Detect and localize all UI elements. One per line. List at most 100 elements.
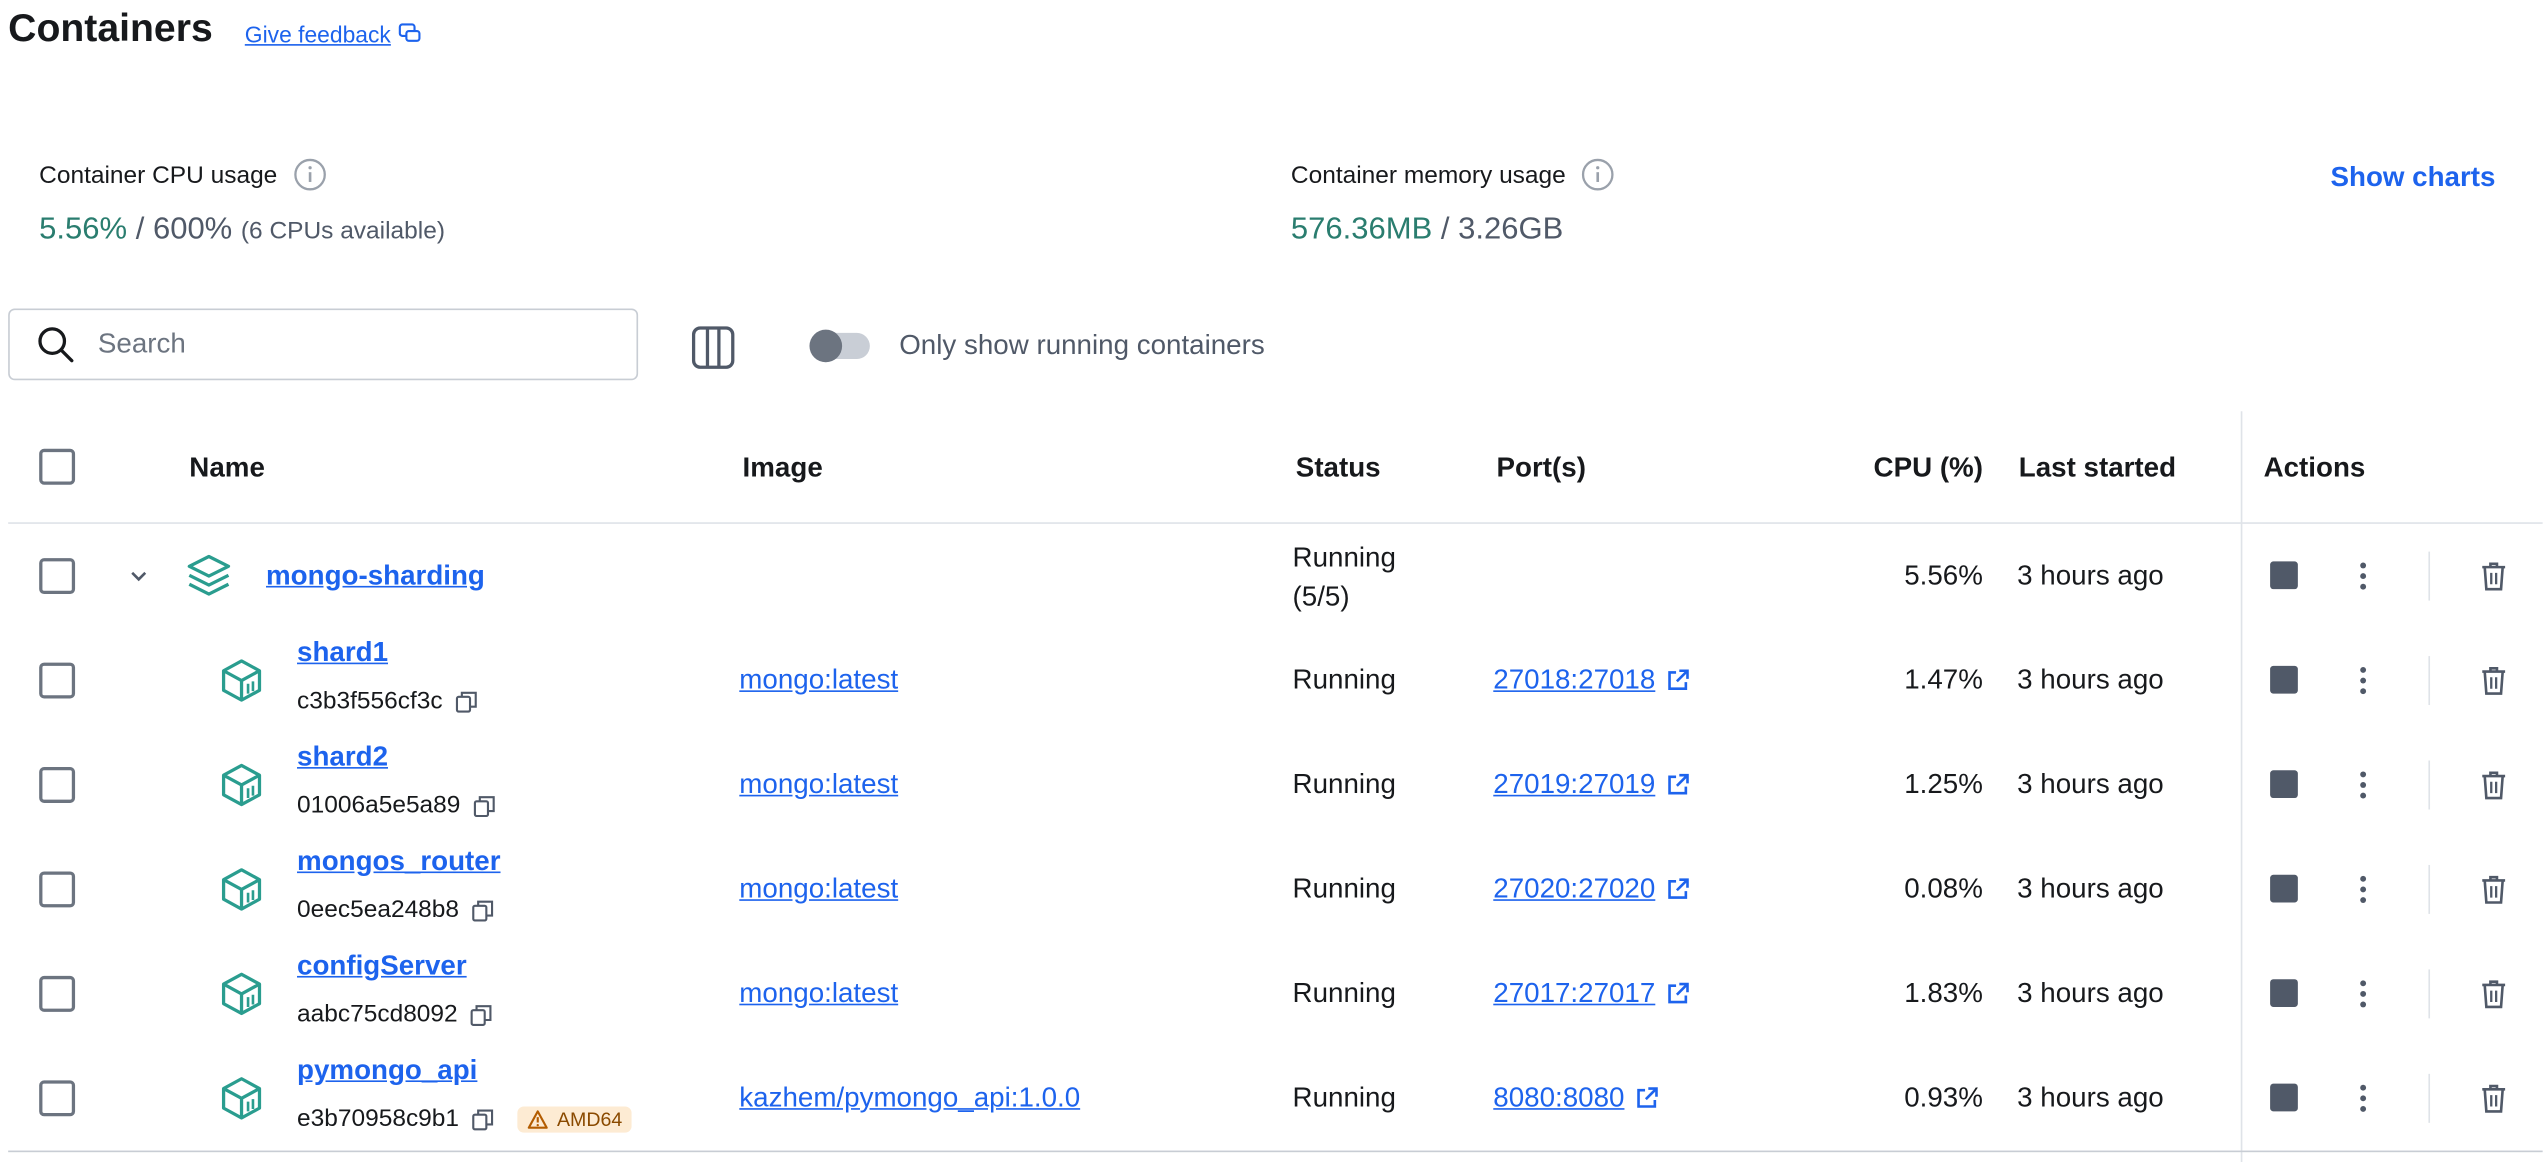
image-link[interactable]: mongo:latest [739, 769, 898, 802]
container-id: 01006a5e5a89 [297, 791, 461, 820]
port-label[interactable]: 27019:27019 [1493, 769, 1655, 802]
port-label[interactable]: 8080:8080 [1493, 1082, 1624, 1115]
container-icon [221, 868, 262, 911]
group-cpu: 5.56% [1904, 559, 1983, 591]
container-icon [221, 972, 262, 1016]
row-checkbox[interactable] [39, 662, 76, 699]
port-label[interactable]: 27018:27018 [1493, 664, 1655, 697]
row-checkbox[interactable] [39, 558, 76, 595]
external-link-icon[interactable] [1634, 1085, 1660, 1111]
more-options-icon[interactable] [2348, 978, 2377, 1011]
copy-icon[interactable] [472, 1107, 495, 1130]
show-charts-button[interactable]: Show charts [2330, 162, 2495, 195]
column-header-name[interactable]: Name [189, 452, 265, 485]
select-all-checkbox[interactable] [39, 448, 76, 485]
actions-separator [2428, 969, 2431, 1019]
actions-separator [2428, 1073, 2431, 1123]
delete-icon[interactable] [2477, 769, 2510, 802]
external-link-icon[interactable] [1665, 981, 1691, 1007]
column-header-image[interactable]: Image [743, 452, 823, 485]
external-link-icon[interactable] [1665, 772, 1691, 798]
stop-button[interactable] [2270, 770, 2298, 799]
port-link[interactable]: 27020:27020 [1493, 873, 1691, 906]
stop-button[interactable] [2270, 561, 2298, 590]
container-last-started: 3 hours ago [2017, 977, 2164, 1009]
table-row: configServer aabc75cd8092 mongo:latest R… [0, 942, 2546, 1046]
info-icon[interactable] [294, 158, 327, 191]
row-checkbox[interactable] [39, 1080, 76, 1117]
image-link[interactable]: mongo:latest [739, 873, 898, 906]
stop-button[interactable] [2270, 874, 2298, 903]
feedback-icon [397, 23, 420, 42]
column-header-ports[interactable]: Port(s) [1497, 452, 1586, 485]
row-checkbox[interactable] [39, 871, 76, 908]
delete-icon[interactable] [2477, 664, 2510, 697]
row-checkbox[interactable] [39, 767, 76, 803]
image-link[interactable]: kazhem/pymongo_api:1.0.0 [739, 1082, 1080, 1115]
cpu-usage-value: 5.56% / 600% (6 CPUs available) [39, 212, 445, 248]
copy-icon[interactable] [473, 794, 496, 817]
running-only-toggle[interactable] [809, 329, 870, 363]
column-header-last-started[interactable]: Last started [2019, 452, 2176, 485]
stop-button[interactable] [2270, 1083, 2298, 1112]
column-header-cpu[interactable]: CPU (%) [1874, 452, 1983, 485]
group-name-link[interactable]: mongo-sharding [266, 560, 485, 593]
container-last-started: 3 hours ago [2017, 664, 2164, 696]
copy-icon[interactable] [472, 898, 495, 921]
port-link[interactable]: 8080:8080 [1493, 1082, 1660, 1115]
port-link[interactable]: 27017:27017 [1493, 978, 1691, 1011]
give-feedback-link[interactable]: Give feedback [245, 21, 420, 47]
container-cpu: 1.83% [1904, 977, 1983, 1009]
table-row: mongos_router 0eec5ea248b8 mongo:latest … [0, 837, 2546, 941]
search-icon [38, 327, 74, 363]
container-status: Running [1292, 1082, 1396, 1114]
more-options-icon[interactable] [2348, 1082, 2377, 1115]
container-name-link[interactable]: shard1 [297, 636, 388, 669]
container-cpu: 0.93% [1904, 1082, 1983, 1114]
port-link[interactable]: 27019:27019 [1493, 769, 1691, 802]
copy-icon[interactable] [471, 1003, 494, 1026]
more-options-icon[interactable] [2348, 664, 2377, 697]
search-input[interactable] [94, 326, 591, 363]
port-link[interactable]: 27018:27018 [1493, 664, 1691, 697]
row-checkbox[interactable] [39, 975, 76, 1012]
image-link[interactable]: mongo:latest [739, 978, 898, 1011]
image-link[interactable]: mongo:latest [739, 664, 898, 697]
page-title: Containers [8, 6, 213, 51]
container-name-link[interactable]: shard2 [297, 741, 388, 774]
external-link-icon[interactable] [1665, 876, 1691, 902]
container-id-row: aabc75cd8092 [297, 1000, 494, 1028]
column-header-status[interactable]: Status [1296, 452, 1381, 485]
stack-icon [187, 554, 231, 596]
container-last-started: 3 hours ago [2017, 873, 2164, 905]
group-last-started: 3 hours ago [2017, 559, 2164, 591]
port-label[interactable]: 27017:27017 [1493, 978, 1655, 1011]
copy-icon[interactable] [456, 690, 479, 713]
table-row-group: mongo-sharding Running (5/5) 5.56% 3 hou… [0, 524, 2546, 628]
columns-icon[interactable] [690, 325, 736, 371]
delete-icon[interactable] [2477, 1082, 2510, 1115]
container-status: Running [1292, 768, 1396, 800]
container-id: c3b3f556cf3c [297, 687, 443, 715]
more-options-icon[interactable] [2348, 873, 2377, 906]
container-name-link[interactable]: pymongo_api [297, 1054, 477, 1087]
container-id: 0eec5ea248b8 [297, 895, 460, 924]
stop-button[interactable] [2270, 665, 2298, 694]
port-label[interactable]: 27020:27020 [1493, 873, 1655, 906]
more-options-icon[interactable] [2348, 769, 2377, 802]
chevron-down-icon[interactable] [127, 565, 150, 588]
container-name-link[interactable]: mongos_router [297, 845, 500, 878]
delete-icon[interactable] [2477, 978, 2510, 1011]
info-icon[interactable] [1582, 158, 1615, 191]
container-name-link[interactable]: configServer [297, 950, 467, 983]
stop-button[interactable] [2270, 979, 2298, 1007]
warning-icon [528, 1109, 549, 1128]
external-link-icon[interactable] [1665, 667, 1691, 693]
delete-icon[interactable] [2477, 560, 2510, 593]
container-status: Running [1292, 977, 1396, 1009]
delete-icon[interactable] [2477, 873, 2510, 906]
architecture-badge-label: AMD64 [556, 1107, 623, 1131]
cpu-note: (6 CPUs available) [240, 217, 445, 245]
more-options-icon[interactable] [2348, 560, 2377, 593]
group-status-count: (5/5) [1292, 580, 1350, 612]
